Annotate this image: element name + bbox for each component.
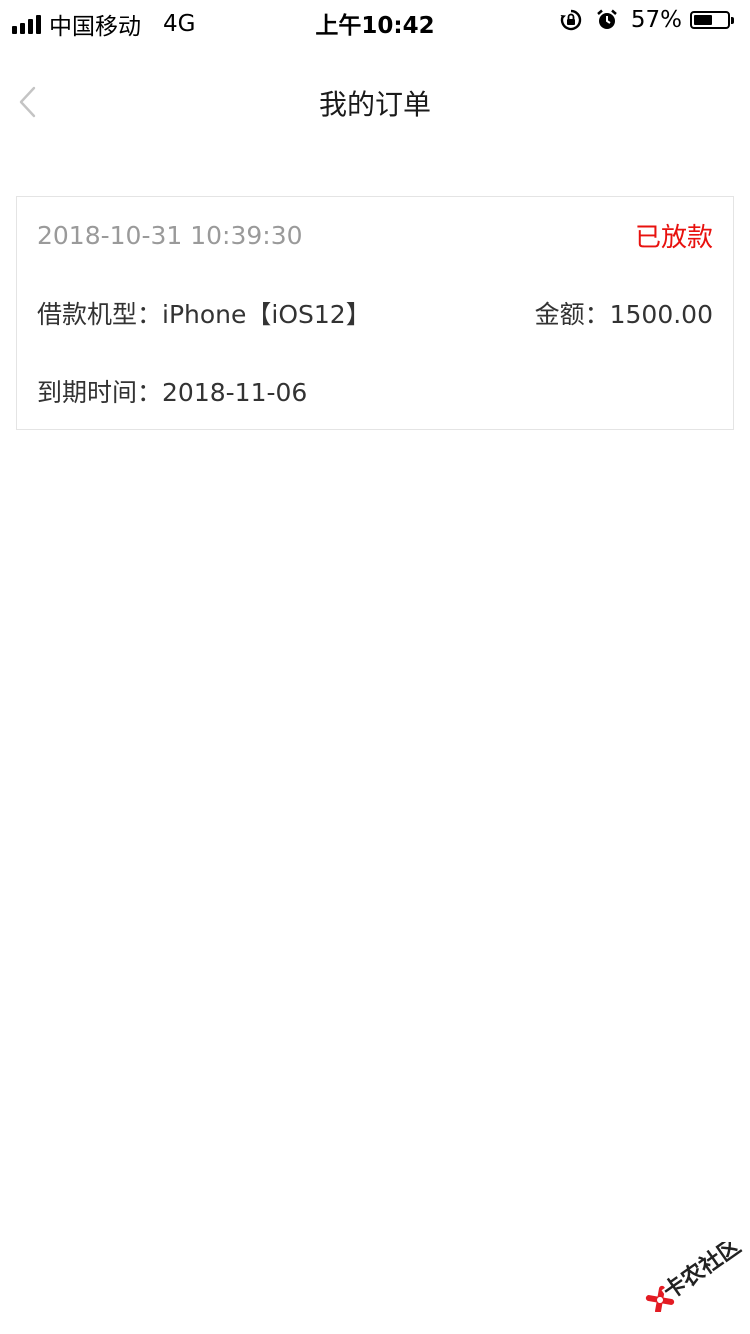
svg-text:卡农社区: 卡农社区 xyxy=(659,1242,746,1305)
status-right: 57% xyxy=(559,7,734,33)
loan-amount-label: 金额： xyxy=(534,300,610,329)
battery-percent: 57% xyxy=(630,7,682,33)
order-datetime: 2018-10-31 10:39:30 xyxy=(37,221,303,250)
page-title: 我的订单 xyxy=(318,88,431,121)
order-status-badge: 已放款 xyxy=(634,223,713,253)
due-date: 到期时间：2018-11-06 xyxy=(37,373,307,409)
loan-model-value: iPhone【iOS12】 xyxy=(162,300,371,329)
status-bar: 中国移动 4G 上午10:42 57% xyxy=(0,0,750,40)
loan-model: 借款机型：iPhone【iOS12】 xyxy=(37,295,371,331)
due-date-value: 2018-11-06 xyxy=(162,378,308,407)
nav-bar: 我的订单 xyxy=(0,40,750,164)
battery-tip xyxy=(731,16,734,24)
loan-model-label: 借款机型： xyxy=(37,300,163,329)
alarm-icon xyxy=(597,9,617,29)
order-card[interactable]: 2018-10-31 10:39:30 已放款 借款机型：iPhone【iOS1… xyxy=(16,196,734,430)
loan-amount: 金额：1500.00 xyxy=(535,295,713,331)
order-header-row: 2018-10-31 10:39:30 已放款 xyxy=(37,217,713,254)
order-detail-row: 借款机型：iPhone【iOS12】 金额：1500.00 xyxy=(37,295,713,331)
loan-amount-value: 1500.00 xyxy=(609,300,713,329)
battery-level-fill xyxy=(694,15,712,25)
order-due-row: 到期时间：2018-11-06 xyxy=(37,373,713,409)
battery-icon xyxy=(690,11,730,29)
rotation-lock-icon xyxy=(560,9,582,31)
watermark-logo: 卡农社区 卡农社区 xyxy=(645,1242,746,1312)
due-date-label: 到期时间： xyxy=(37,378,163,407)
